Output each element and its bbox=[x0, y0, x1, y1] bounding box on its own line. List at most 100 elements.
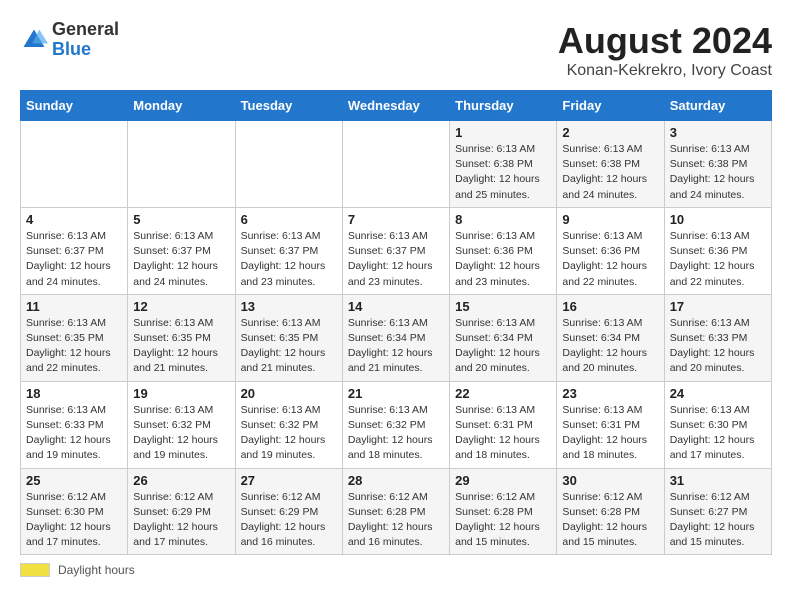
day-cell: 19 Sunrise: 6:13 AMSunset: 6:32 PMDayligh… bbox=[128, 381, 235, 468]
day-headers: SundayMondayTuesdayWednesdayThursdayFrid… bbox=[21, 91, 772, 121]
day-number: 18 bbox=[26, 386, 122, 401]
day-number: 26 bbox=[133, 473, 229, 488]
day-number: 27 bbox=[241, 473, 337, 488]
day-number: 28 bbox=[348, 473, 444, 488]
day-cell: 27 Sunrise: 6:12 AMSunset: 6:29 PMDayligh… bbox=[235, 468, 342, 555]
day-cell: 18Sunrise: 6:13 AMSunset: 6:33 PMDayligh… bbox=[21, 381, 128, 468]
day-cell: 8 Sunrise: 6:13 AMSunset: 6:36 PMDaylight… bbox=[450, 207, 557, 294]
day-number: 7 bbox=[348, 212, 444, 227]
day-header-friday: Friday bbox=[557, 91, 664, 121]
day-number: 11 bbox=[26, 299, 122, 314]
day-number: 2 bbox=[562, 125, 658, 140]
day-cell: 3Sunrise: 6:13 AMSunset: 6:38 PMDaylight… bbox=[664, 121, 771, 208]
day-info: Sunrise: 6:12 AMSunset: 6:30 PMDaylight:… bbox=[26, 490, 122, 551]
day-info: Sunrise: 6:13 AMSunset: 6:36 PMDaylight:… bbox=[455, 229, 551, 290]
day-number: 4 bbox=[26, 212, 122, 227]
day-info: Sunrise: 6:12 AMSunset: 6:27 PMDaylight:… bbox=[670, 490, 766, 551]
day-cell: 21 Sunrise: 6:13 AMSunset: 6:32 PMDayligh… bbox=[342, 381, 449, 468]
day-number: 20 bbox=[241, 386, 337, 401]
day-info: Sunrise: 6:13 AMSunset: 6:37 PMDaylight:… bbox=[241, 229, 337, 290]
day-cell: 31 Sunrise: 6:12 AMSunset: 6:27 PMDayligh… bbox=[664, 468, 771, 555]
day-number: 31 bbox=[670, 473, 766, 488]
day-info: Sunrise: 6:13 AMSunset: 6:32 PMDaylight:… bbox=[348, 403, 444, 464]
day-cell: 22 Sunrise: 6:13 AMSunset: 6:31 PMDayligh… bbox=[450, 381, 557, 468]
day-number: 10 bbox=[670, 212, 766, 227]
day-cell: 15Sunrise: 6:13 AMSunset: 6:34 PMDayligh… bbox=[450, 294, 557, 381]
day-cell: 5Sunrise: 6:13 AMSunset: 6:37 PMDaylight… bbox=[128, 207, 235, 294]
day-cell: 1 Sunrise: 6:13 AMSunset: 6:38 PMDaylight… bbox=[450, 121, 557, 208]
day-number: 16 bbox=[562, 299, 658, 314]
month-title: August 2024 bbox=[558, 20, 772, 62]
day-number: 29 bbox=[455, 473, 551, 488]
day-info: Sunrise: 6:12 AMSunset: 6:28 PMDaylight:… bbox=[455, 490, 551, 551]
day-number: 24 bbox=[670, 386, 766, 401]
logo-blue: Blue bbox=[52, 40, 119, 60]
day-info: Sunrise: 6:13 AMSunset: 6:30 PMDaylight:… bbox=[670, 403, 766, 464]
daylight-label: Daylight hours bbox=[58, 563, 135, 577]
day-cell: 11 Sunrise: 6:13 AMSunset: 6:35 PMDayligh… bbox=[21, 294, 128, 381]
day-info: Sunrise: 6:13 AMSunset: 6:31 PMDaylight:… bbox=[562, 403, 658, 464]
day-info: Sunrise: 6:12 AMSunset: 6:29 PMDaylight:… bbox=[241, 490, 337, 551]
day-cell: 25 Sunrise: 6:12 AMSunset: 6:30 PMDayligh… bbox=[21, 468, 128, 555]
day-info: Sunrise: 6:13 AMSunset: 6:37 PMDaylight:… bbox=[348, 229, 444, 290]
day-info: Sunrise: 6:13 AMSunset: 6:32 PMDaylight:… bbox=[241, 403, 337, 464]
day-info: Sunrise: 6:13 AMSunset: 6:37 PMDaylight:… bbox=[133, 229, 229, 290]
day-number: 1 bbox=[455, 125, 551, 140]
day-cell: 7 Sunrise: 6:13 AMSunset: 6:37 PMDaylight… bbox=[342, 207, 449, 294]
day-info: Sunrise: 6:12 AMSunset: 6:28 PMDaylight:… bbox=[348, 490, 444, 551]
logo-icon bbox=[20, 26, 48, 54]
location-title: Konan-Kekrekro, Ivory Coast bbox=[558, 62, 772, 80]
day-info: Sunrise: 6:13 AMSunset: 6:32 PMDaylight:… bbox=[133, 403, 229, 464]
day-cell: 9Sunrise: 6:13 AMSunset: 6:36 PMDaylight… bbox=[557, 207, 664, 294]
day-cell: 6 Sunrise: 6:13 AMSunset: 6:37 PMDaylight… bbox=[235, 207, 342, 294]
day-cell: 30Sunrise: 6:12 AMSunset: 6:28 PMDayligh… bbox=[557, 468, 664, 555]
daylight-swatch bbox=[20, 563, 50, 577]
day-cell: 12Sunrise: 6:13 AMSunset: 6:35 PMDayligh… bbox=[128, 294, 235, 381]
day-number: 13 bbox=[241, 299, 337, 314]
day-info: Sunrise: 6:13 AMSunset: 6:37 PMDaylight:… bbox=[26, 229, 122, 290]
logo: General Blue bbox=[20, 20, 119, 60]
day-info: Sunrise: 6:13 AMSunset: 6:31 PMDaylight:… bbox=[455, 403, 551, 464]
week-row-3: 11 Sunrise: 6:13 AMSunset: 6:35 PMDayligh… bbox=[21, 294, 772, 381]
day-header-thursday: Thursday bbox=[450, 91, 557, 121]
day-number: 8 bbox=[455, 212, 551, 227]
day-info: Sunrise: 6:12 AMSunset: 6:29 PMDaylight:… bbox=[133, 490, 229, 551]
day-number: 14 bbox=[348, 299, 444, 314]
day-info: Sunrise: 6:13 AMSunset: 6:34 PMDaylight:… bbox=[562, 316, 658, 377]
title-area: August 2024 Konan-Kekrekro, Ivory Coast bbox=[558, 20, 772, 80]
day-cell: 16 Sunrise: 6:13 AMSunset: 6:34 PMDayligh… bbox=[557, 294, 664, 381]
day-cell: 10Sunrise: 6:13 AMSunset: 6:36 PMDayligh… bbox=[664, 207, 771, 294]
day-info: Sunrise: 6:13 AMSunset: 6:34 PMDaylight:… bbox=[348, 316, 444, 377]
day-number: 17 bbox=[670, 299, 766, 314]
week-row-5: 25 Sunrise: 6:12 AMSunset: 6:30 PMDayligh… bbox=[21, 468, 772, 555]
day-info: Sunrise: 6:13 AMSunset: 6:38 PMDaylight:… bbox=[455, 142, 551, 203]
logo-general: General bbox=[52, 20, 119, 40]
day-number: 9 bbox=[562, 212, 658, 227]
day-number: 25 bbox=[26, 473, 122, 488]
day-cell bbox=[342, 121, 449, 208]
day-cell bbox=[235, 121, 342, 208]
day-info: Sunrise: 6:13 AMSunset: 6:35 PMDaylight:… bbox=[26, 316, 122, 377]
day-info: Sunrise: 6:13 AMSunset: 6:38 PMDaylight:… bbox=[562, 142, 658, 203]
day-cell: 28 Sunrise: 6:12 AMSunset: 6:28 PMDayligh… bbox=[342, 468, 449, 555]
calendar-table: SundayMondayTuesdayWednesdayThursdayFrid… bbox=[20, 90, 772, 555]
day-number: 21 bbox=[348, 386, 444, 401]
day-info: Sunrise: 6:13 AMSunset: 6:33 PMDaylight:… bbox=[670, 316, 766, 377]
day-header-saturday: Saturday bbox=[664, 91, 771, 121]
day-header-wednesday: Wednesday bbox=[342, 91, 449, 121]
footer-note: Daylight hours bbox=[20, 563, 772, 577]
day-info: Sunrise: 6:13 AMSunset: 6:38 PMDaylight:… bbox=[670, 142, 766, 203]
day-number: 19 bbox=[133, 386, 229, 401]
day-number: 15 bbox=[455, 299, 551, 314]
day-number: 22 bbox=[455, 386, 551, 401]
day-cell: 14 Sunrise: 6:13 AMSunset: 6:34 PMDayligh… bbox=[342, 294, 449, 381]
day-number: 6 bbox=[241, 212, 337, 227]
day-header-sunday: Sunday bbox=[21, 91, 128, 121]
day-cell bbox=[128, 121, 235, 208]
header: General Blue August 2024 Konan-Kekrekro,… bbox=[20, 20, 772, 80]
week-row-4: 18Sunrise: 6:13 AMSunset: 6:33 PMDayligh… bbox=[21, 381, 772, 468]
day-cell: 26 Sunrise: 6:12 AMSunset: 6:29 PMDayligh… bbox=[128, 468, 235, 555]
day-header-tuesday: Tuesday bbox=[235, 91, 342, 121]
day-info: Sunrise: 6:13 AMSunset: 6:35 PMDaylight:… bbox=[241, 316, 337, 377]
day-cell: 24 Sunrise: 6:13 AMSunset: 6:30 PMDayligh… bbox=[664, 381, 771, 468]
